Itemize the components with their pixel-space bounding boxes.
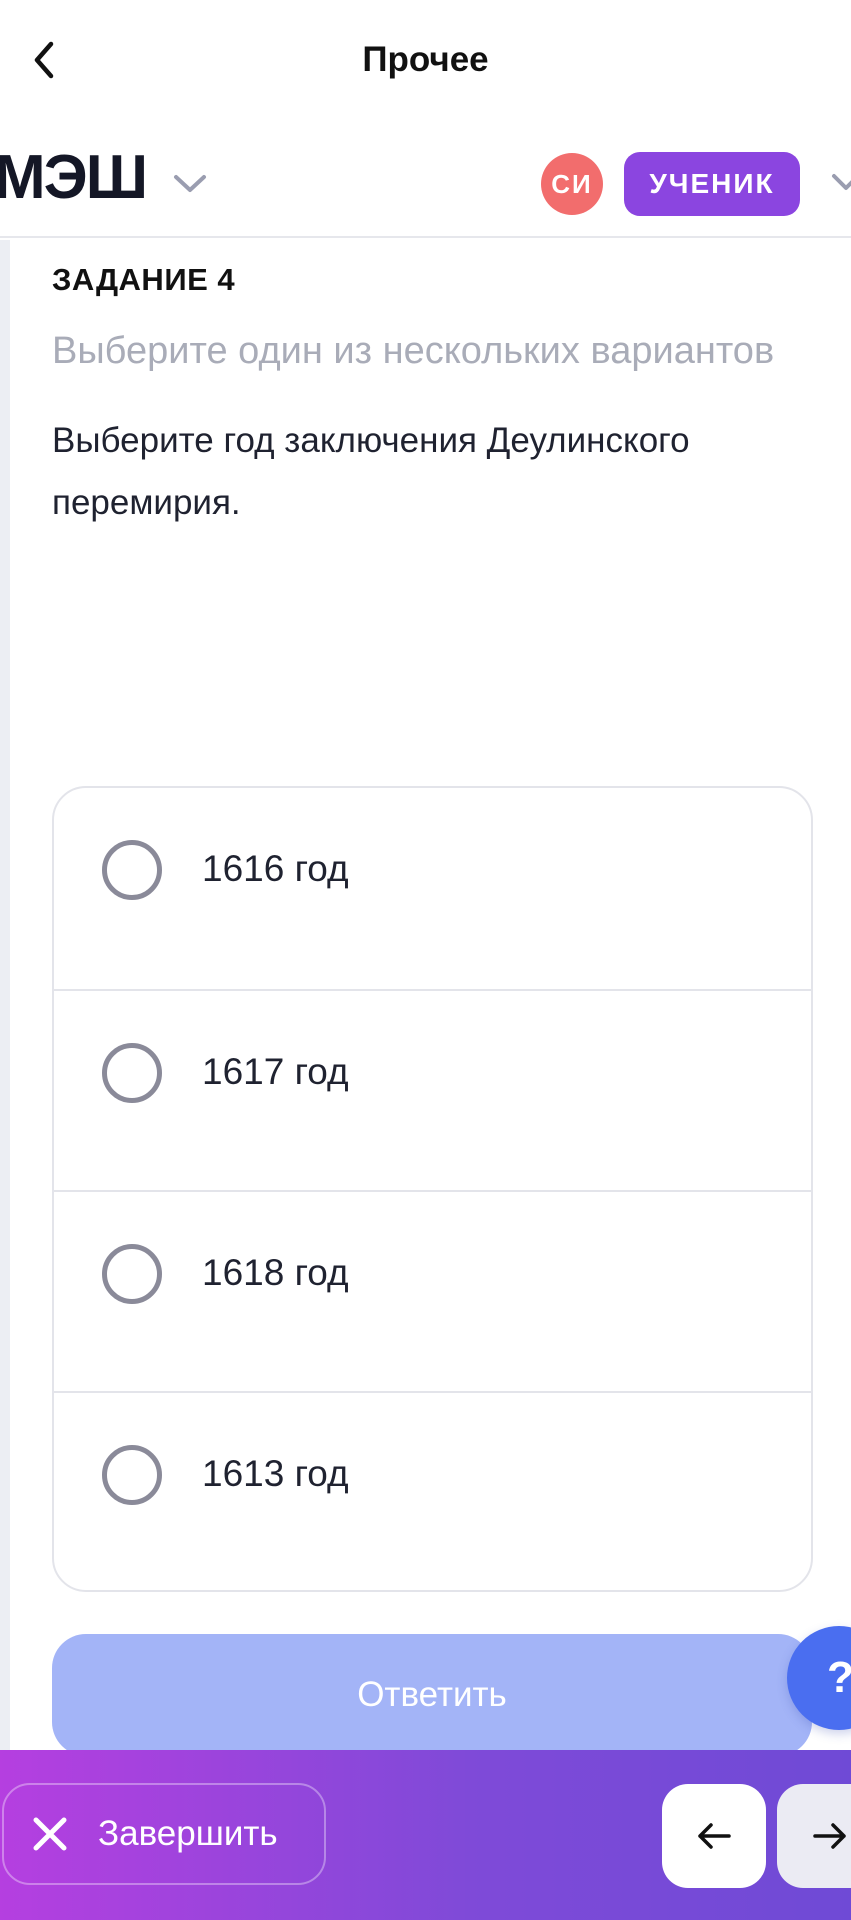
- chevron-down-icon[interactable]: [830, 172, 851, 194]
- radio-button[interactable]: [102, 1043, 162, 1103]
- answer-option[interactable]: 1613 год: [54, 1391, 811, 1590]
- finish-label: Завершить: [98, 1814, 278, 1853]
- arrow-left-icon: [698, 1823, 731, 1849]
- option-label: 1616 год: [202, 848, 349, 889]
- task-label: ЗАДАНИЕ 4: [52, 262, 236, 297]
- page-title: Прочее: [362, 40, 489, 79]
- task-content: ЗАДАНИЕ 4 Выберите один из нескольких ва…: [52, 262, 812, 534]
- radio-button[interactable]: [102, 1244, 162, 1304]
- app-header: МЭШ СИ УЧЕНИК: [0, 120, 851, 238]
- logo-menu[interactable]: МЭШ: [0, 143, 208, 212]
- chevron-down-icon: [174, 175, 207, 192]
- answer-options: 1616 год 1617 год 1618 год 1613 год: [52, 786, 813, 1592]
- bottom-bar: Завершить: [0, 1750, 851, 1920]
- next-task-button[interactable]: [777, 1784, 851, 1888]
- option-label: 1618 год: [202, 1252, 349, 1293]
- task-instruction: Выберите один из нескольких вариантов: [52, 330, 775, 372]
- answer-option[interactable]: 1617 год: [54, 989, 811, 1190]
- arrow-right-icon: [813, 1823, 846, 1849]
- answer-button[interactable]: Ответить: [52, 1634, 812, 1756]
- radio-button[interactable]: [102, 840, 162, 900]
- answer-option[interactable]: 1616 год: [54, 788, 811, 989]
- finish-button[interactable]: Завершить: [2, 1783, 326, 1885]
- avatar[interactable]: СИ: [541, 153, 603, 215]
- role-badge[interactable]: УЧЕНИК: [624, 152, 800, 216]
- question-mark-icon: ?: [827, 1653, 851, 1703]
- option-label: 1613 год: [202, 1453, 349, 1494]
- top-navigation-bar: Прочее: [0, 0, 851, 120]
- previous-task-button[interactable]: [662, 1784, 766, 1888]
- left-divider: [0, 240, 10, 1750]
- question-text: Выберите год заключения Деулинского пере…: [52, 421, 690, 522]
- close-icon: [33, 1817, 67, 1851]
- logo: МЭШ: [0, 143, 148, 212]
- answer-option[interactable]: 1618 год: [54, 1190, 811, 1391]
- radio-button[interactable]: [102, 1445, 162, 1505]
- option-label: 1617 год: [202, 1051, 349, 1092]
